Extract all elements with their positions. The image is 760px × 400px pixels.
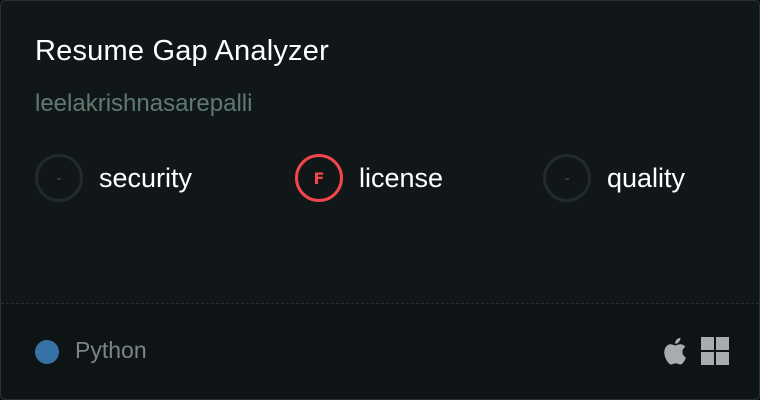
quality-label: quality <box>607 162 686 193</box>
card-footer: Python <box>1 304 759 399</box>
score-quality[interactable]: - quality <box>543 154 685 202</box>
security-label: security <box>99 162 193 193</box>
quality-grade-badge: - <box>543 154 591 202</box>
score-security[interactable]: - security <box>35 154 192 202</box>
windows-icon <box>701 337 729 365</box>
license-grade-badge: F <box>295 154 343 202</box>
language-name: Python <box>75 337 147 363</box>
score-license[interactable]: F license <box>295 154 443 202</box>
score-row: - security F license - quality <box>1 1 759 301</box>
repo-card[interactable]: Resume Gap Analyzer leelakrishnasarepall… <box>0 0 760 400</box>
license-label: license <box>359 162 444 193</box>
apple-icon <box>661 336 687 366</box>
security-grade-badge: - <box>35 154 83 202</box>
platform-icons <box>661 336 729 366</box>
language-color-dot <box>35 340 59 364</box>
